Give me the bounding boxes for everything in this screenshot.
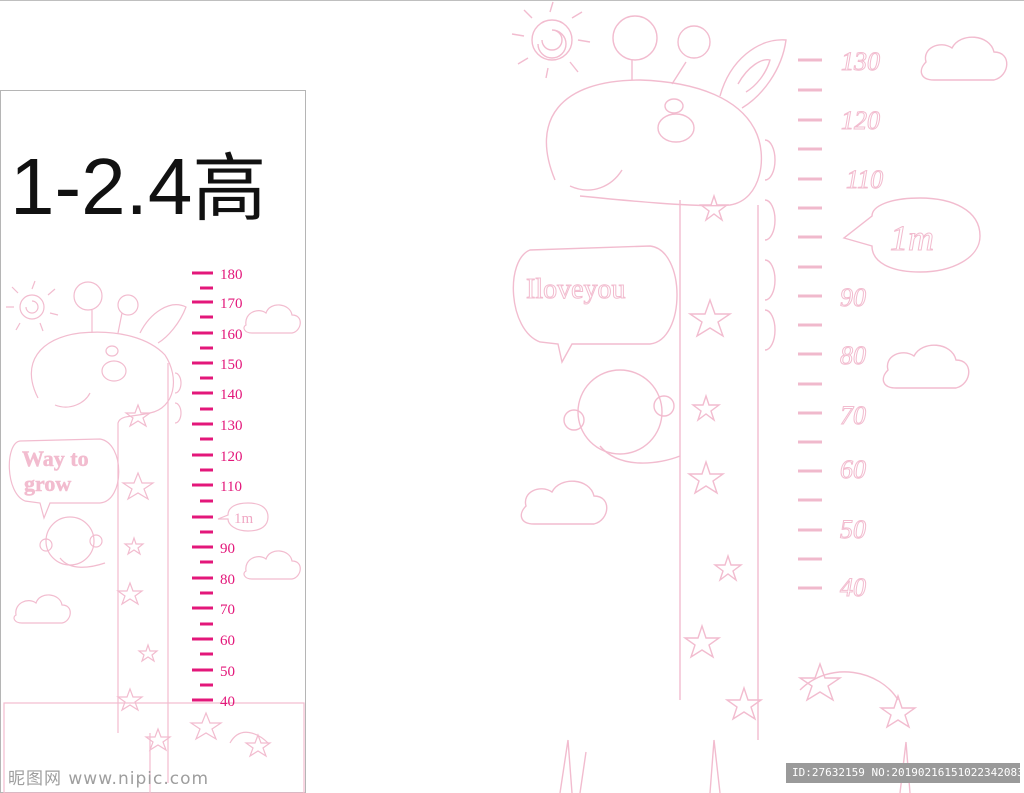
scale-label: 110 bbox=[220, 479, 242, 495]
scale-label: 130 bbox=[220, 418, 243, 434]
scale-label-1m: 1m bbox=[890, 218, 934, 258]
bubble-line-2: grow bbox=[24, 471, 71, 496]
left-major-ticks bbox=[192, 271, 213, 702]
scale-label: 110 bbox=[846, 165, 883, 194]
scale-label: 70 bbox=[220, 602, 235, 618]
scale-label: 150 bbox=[220, 357, 243, 373]
scale-label: 70 bbox=[840, 401, 866, 430]
scale-label: 60 bbox=[840, 455, 866, 484]
bubble-text: Iloveyou bbox=[526, 274, 626, 305]
right-scale-ticks bbox=[798, 58, 822, 590]
cloud-icon bbox=[243, 304, 301, 334]
scale-label: 90 bbox=[220, 541, 235, 557]
scale-label: 50 bbox=[840, 515, 866, 544]
scale-label: 60 bbox=[220, 633, 235, 649]
scale-label-1m: 1m bbox=[234, 511, 254, 527]
sun-icon bbox=[6, 280, 59, 332]
left-scale: 180 170 160 150 140 130 120 110 1m 90 80… bbox=[192, 267, 254, 710]
scale-label: 140 bbox=[220, 387, 243, 403]
monkey-icon bbox=[45, 516, 95, 566]
scale-label: 80 bbox=[840, 341, 866, 370]
scale-label: 120 bbox=[841, 106, 880, 135]
bubble-line-1: Way to bbox=[22, 446, 89, 471]
monkey-icon bbox=[577, 369, 663, 455]
scale-label: 50 bbox=[220, 664, 235, 680]
scale-label: 90 bbox=[840, 283, 866, 312]
left-giraffe-illustration bbox=[3, 280, 305, 793]
scale-label: 40 bbox=[840, 573, 866, 602]
right-growth-chart: 130 120 110 1m 90 80 70 60 50 40 Iloveyo… bbox=[511, 1, 1008, 793]
scale-label: 130 bbox=[841, 47, 880, 76]
scale-label: 40 bbox=[220, 694, 235, 710]
left-growth-chart: Way to grow 180 170 160 150 140 130 120 … bbox=[3, 267, 305, 793]
right-giraffe-illustration bbox=[511, 1, 1008, 793]
sun-icon bbox=[511, 1, 591, 79]
scale-label: 80 bbox=[220, 572, 235, 588]
scale-label: 160 bbox=[220, 327, 243, 343]
scale-label: 120 bbox=[220, 449, 243, 465]
cloud-icon bbox=[920, 36, 1008, 81]
watermark-right: ID:27632159 NO:20190216151022342083 bbox=[786, 763, 1024, 783]
scale-label: 170 bbox=[220, 296, 243, 312]
watermark-left: 昵图网 www.nipic.com bbox=[8, 769, 210, 789]
scale-label: 180 bbox=[220, 267, 243, 283]
